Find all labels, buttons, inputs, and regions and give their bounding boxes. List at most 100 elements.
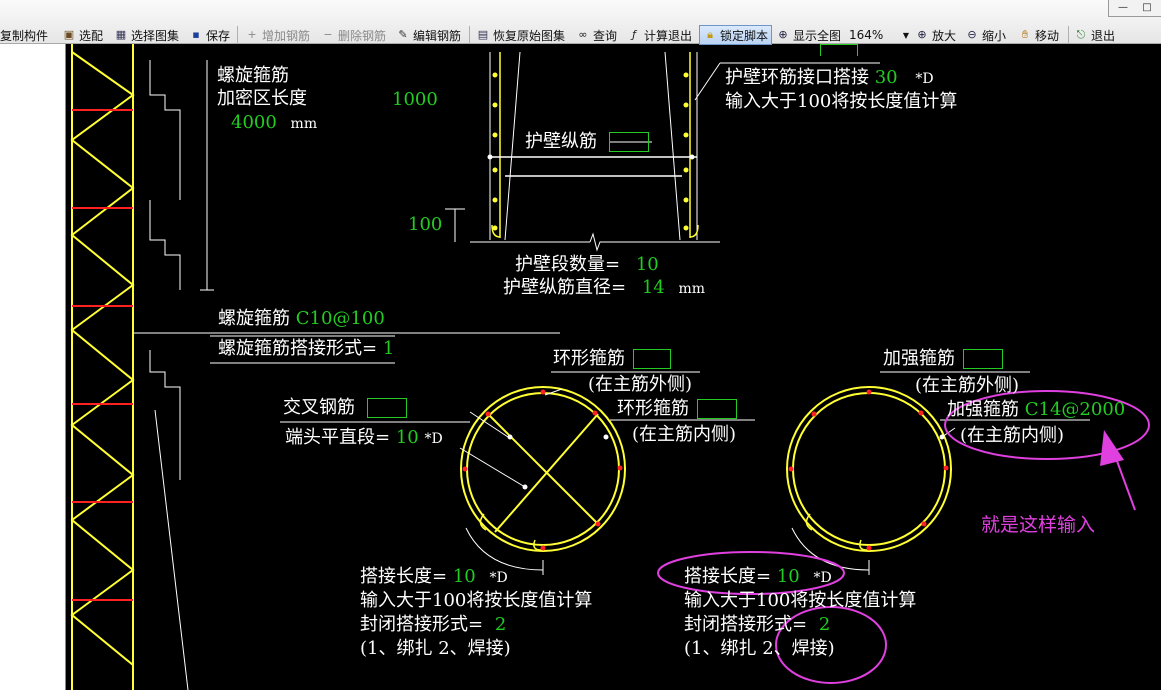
select-button[interactable]: ▣ 选配 <box>62 25 103 45</box>
inside-main-left: (在主筋内侧) <box>632 424 737 445</box>
length-note-right: 输入大于100将按长度值计算 <box>684 590 917 611</box>
wall-long-diameter-value[interactable]: 14 <box>642 277 665 298</box>
atlas-icon: ▦ <box>115 28 127 41</box>
maximize-icon[interactable]: □ <box>1137 2 1157 14</box>
copy-component-button[interactable]: 复制构件 <box>0 25 48 45</box>
exit-icon: ⎋ <box>1076 28 1086 41</box>
times-d-label: *D <box>489 570 508 586</box>
strength-stirrup-inner-row: 加强箍筋 C14@2000 <box>947 400 1125 420</box>
ring-stirrup-label: 环形箍筋 <box>617 398 689 419</box>
zoom-in-button[interactable]: ⊕ 放大 <box>915 25 956 45</box>
wall-top-label-partial <box>725 44 858 56</box>
wall-segment-count-label: 护壁段数量= <box>515 254 621 275</box>
wall-long-diameter-label: 护壁纵筋直径= <box>503 277 627 298</box>
save-icon: ▪ <box>192 28 200 41</box>
strength-stirrup-label: 加强箍筋 <box>947 399 1019 420</box>
delete-rebar-icon: − <box>323 28 333 41</box>
cross-bar-row: 交叉钢筋 <box>283 398 407 418</box>
pile-section-right-points <box>788 389 949 551</box>
lock-script-button[interactable]: 🔒︎ 锁定脚本 <box>699 25 773 45</box>
query-button[interactable]: ∞ 查询 <box>576 25 617 45</box>
hand-icon: ✋︎ <box>1021 28 1029 41</box>
dim-100: 100 <box>408 214 443 235</box>
restore-icon: ▤ <box>477 28 489 41</box>
lap-options-left: (1、绑扎 2、焊接) <box>360 638 511 659</box>
wall-top-input[interactable] <box>820 44 858 56</box>
length-note-left: 输入大于100将按长度值计算 <box>360 590 593 611</box>
inside-main-right: (在主筋内侧) <box>960 425 1065 446</box>
spiral-lap-form-row: 螺旋箍筋搭接形式= 1 <box>218 339 394 359</box>
closed-lap-row-left: 封闭搭接形式= 2 <box>360 615 506 635</box>
move-button[interactable]: ✋︎ 移动 <box>1018 25 1059 45</box>
cross-bar-label: 交叉钢筋 <box>283 397 355 418</box>
ring-stirrup-label: 环形箍筋 <box>553 348 625 369</box>
end-straight-label: 端头平直段= <box>285 427 391 448</box>
wall-long-bar-input[interactable] <box>608 132 649 152</box>
wall-long-bar-label: 护壁纵筋 <box>525 131 597 152</box>
pile-elevation <box>70 44 135 690</box>
strength-stirrup-outer-input[interactable] <box>962 349 1003 369</box>
binoculars-icon: ∞ <box>578 28 588 41</box>
outside-main-left: (在主筋外侧) <box>588 374 693 395</box>
cross-bar-input[interactable] <box>366 398 407 418</box>
spiral-stirrup-value[interactable]: C10@100 <box>296 308 385 329</box>
closed-lap-value-left[interactable]: 2 <box>495 614 506 635</box>
unit-mm: mm <box>290 116 318 132</box>
lap-length-row-right: 搭接长度= 10 *D <box>684 567 832 588</box>
wall-ring-lap-row: 护壁环筋接口搭接 30 *D <box>725 68 934 89</box>
show-all-button[interactable]: ⊕ 显示全图 <box>776 25 841 45</box>
lap-length-value-left[interactable]: 10 <box>453 566 476 587</box>
toolbar-separator <box>1068 26 1069 44</box>
lap-length-row-left: 搭接长度= 10 *D <box>360 567 508 588</box>
wall-segment-row: 护壁段数量= 10 <box>515 255 659 275</box>
spiral-lap-form-value[interactable]: 1 <box>383 338 394 359</box>
strength-stirrup-label: 加强箍筋 <box>883 348 955 369</box>
wall-ring-lap-label: 护壁环筋接口搭接 <box>725 67 869 88</box>
closed-lap-label: 封闭搭接形式= <box>360 614 484 635</box>
toolbar-separator <box>237 26 238 44</box>
spiral-lap-form-label: 螺旋箍筋搭接形式= <box>218 338 378 359</box>
zoom-in-icon: ⊕ <box>917 28 927 41</box>
select-icon: ▣ <box>63 28 75 41</box>
save-button[interactable]: ▪ 保存 <box>189 25 230 45</box>
zoom-out-button[interactable]: ⊖ 缩小 <box>965 25 1006 45</box>
show-all-icon: ⊕ <box>778 28 788 41</box>
wall-long-bar-row: 护壁纵筋 <box>525 132 649 152</box>
lap-length-value-right[interactable]: 10 <box>777 566 800 587</box>
exit-button[interactable]: ⎋ 退出 <box>1074 25 1115 45</box>
delete-rebar-button[interactable]: − 删除钢筋 <box>321 25 386 45</box>
outside-main-right: (在主筋外侧) <box>915 375 1020 396</box>
add-rebar-button[interactable]: + 增加钢筋 <box>245 25 310 45</box>
dense-zone-value[interactable]: 4000 <box>231 112 277 133</box>
spiral-label: 螺旋箍筋 <box>217 65 289 86</box>
calc-exit-button[interactable]: ƒ 计算退出 <box>627 25 692 45</box>
toolbar-separator <box>469 26 470 44</box>
end-straight-value[interactable]: 10 <box>396 427 419 448</box>
ring-stirrup-outer-row-left: 环形箍筋 <box>553 349 671 369</box>
wall-ring-lap-value[interactable]: 30 <box>875 67 898 88</box>
restore-atlas-button[interactable]: ▤ 恢复原始图集 <box>476 25 565 45</box>
wall-segment-count-value[interactable]: 10 <box>636 254 659 275</box>
closed-lap-label: 封闭搭接形式= <box>684 614 808 635</box>
ring-stirrup-inner-row-left: 环形箍筋 <box>617 399 737 419</box>
dense-zone-row: 4000 mm <box>231 113 317 134</box>
closed-lap-value-right[interactable]: 2 <box>819 614 830 635</box>
dim-1000: 1000 <box>392 89 438 110</box>
times-d-label: *D <box>813 570 832 586</box>
ring-stirrup-outer-input[interactable] <box>632 349 671 369</box>
annotation-note: 就是这样输入 <box>981 514 1096 536</box>
zoom-select[interactable]: 164% ▼ <box>849 27 909 43</box>
select-atlas-button[interactable]: ▦ 选择图集 <box>114 25 179 45</box>
zoom-out-icon: ⊖ <box>967 28 977 41</box>
ring-stirrup-inner-input[interactable] <box>696 399 737 419</box>
edit-rebar-icon: ✎ <box>398 28 408 41</box>
closed-lap-row-right: 封闭搭接形式= 2 <box>684 615 830 635</box>
times-d-label: *D <box>915 71 934 87</box>
lock-icon: 🔒︎ <box>707 28 713 41</box>
minimize-icon[interactable]: — <box>1113 2 1133 14</box>
times-d-label: *D <box>424 431 443 447</box>
edit-rebar-button[interactable]: ✎ 编辑钢筋 <box>396 25 461 45</box>
lap-options-right: (1、绑扎 2、焊接) <box>684 638 835 659</box>
strength-stirrup-value[interactable]: C14@2000 <box>1025 399 1126 420</box>
wall-length-note: 输入大于100将按长度值计算 <box>725 91 958 112</box>
